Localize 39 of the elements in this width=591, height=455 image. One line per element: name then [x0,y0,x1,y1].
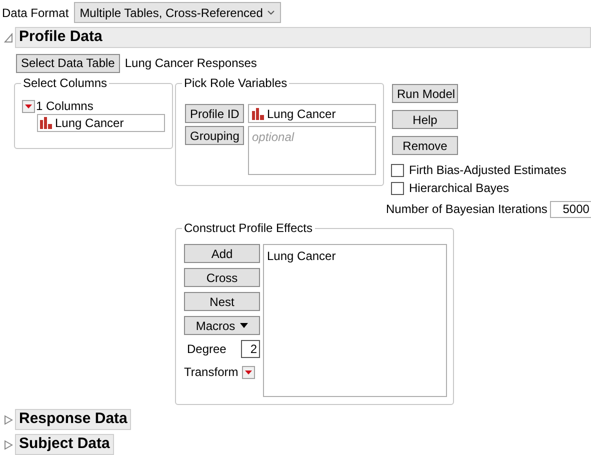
expanded-triangle-icon[interactable] [4,32,13,42]
effect-button[interactable]: Cross [184,268,260,287]
dropdown-icon[interactable] [242,366,256,378]
iterations-field[interactable]: 5000 [550,200,591,218]
effects-list[interactable]: Lung Cancer [263,244,447,397]
effect-button[interactable]: Nest [184,292,260,311]
action-button[interactable]: Help [392,110,458,129]
role-field[interactable]: Lung Cancer [248,104,376,123]
action-button[interactable]: Remove [392,136,458,155]
iterations-label: Number of Bayesian Iterations [386,201,548,218]
action-button[interactable]: Run Model [392,84,458,103]
bar-chart-icon [252,108,264,120]
checkbox-label: Firth Bias-Adjusted Estimates [409,162,566,179]
checkbox-label: Hierarchical Bayes [409,180,510,197]
select-data-table-button[interactable]: Select Data Table [16,54,120,72]
collapsed-triangle-icon[interactable] [4,440,13,450]
column-count: 1 Columns [36,98,94,115]
data-format-label: Data Format [2,4,69,22]
effect-item[interactable]: Lung Cancer [267,247,443,265]
section-header[interactable]: Subject Data [15,434,114,455]
checkbox[interactable] [391,164,404,176]
role-button[interactable]: Grouping [185,126,244,145]
transform-label: Transform [184,364,238,381]
data-table-name: Lung Cancer Responses [124,55,257,72]
checkbox[interactable] [391,182,404,194]
section-header[interactable]: Profile Data [15,27,591,48]
effect-button[interactable]: Add [184,244,260,263]
bar-chart-icon [40,117,52,129]
collapsed-triangle-icon[interactable] [4,414,13,424]
chevron-down-icon [266,10,275,15]
section-header[interactable]: Response Data [15,409,132,430]
degree-field[interactable]: 2 [241,340,260,358]
caret-icon [240,323,248,328]
dropdown-icon[interactable] [22,100,35,112]
data-format-dropdown[interactable]: Multiple Tables, Cross-Referenced [74,2,281,23]
column-list-item[interactable]: Lung Cancer [37,114,165,132]
role-button[interactable]: Profile ID [185,104,244,123]
effect-button[interactable]: Macros [184,316,260,335]
degree-label: Degree [187,341,226,358]
